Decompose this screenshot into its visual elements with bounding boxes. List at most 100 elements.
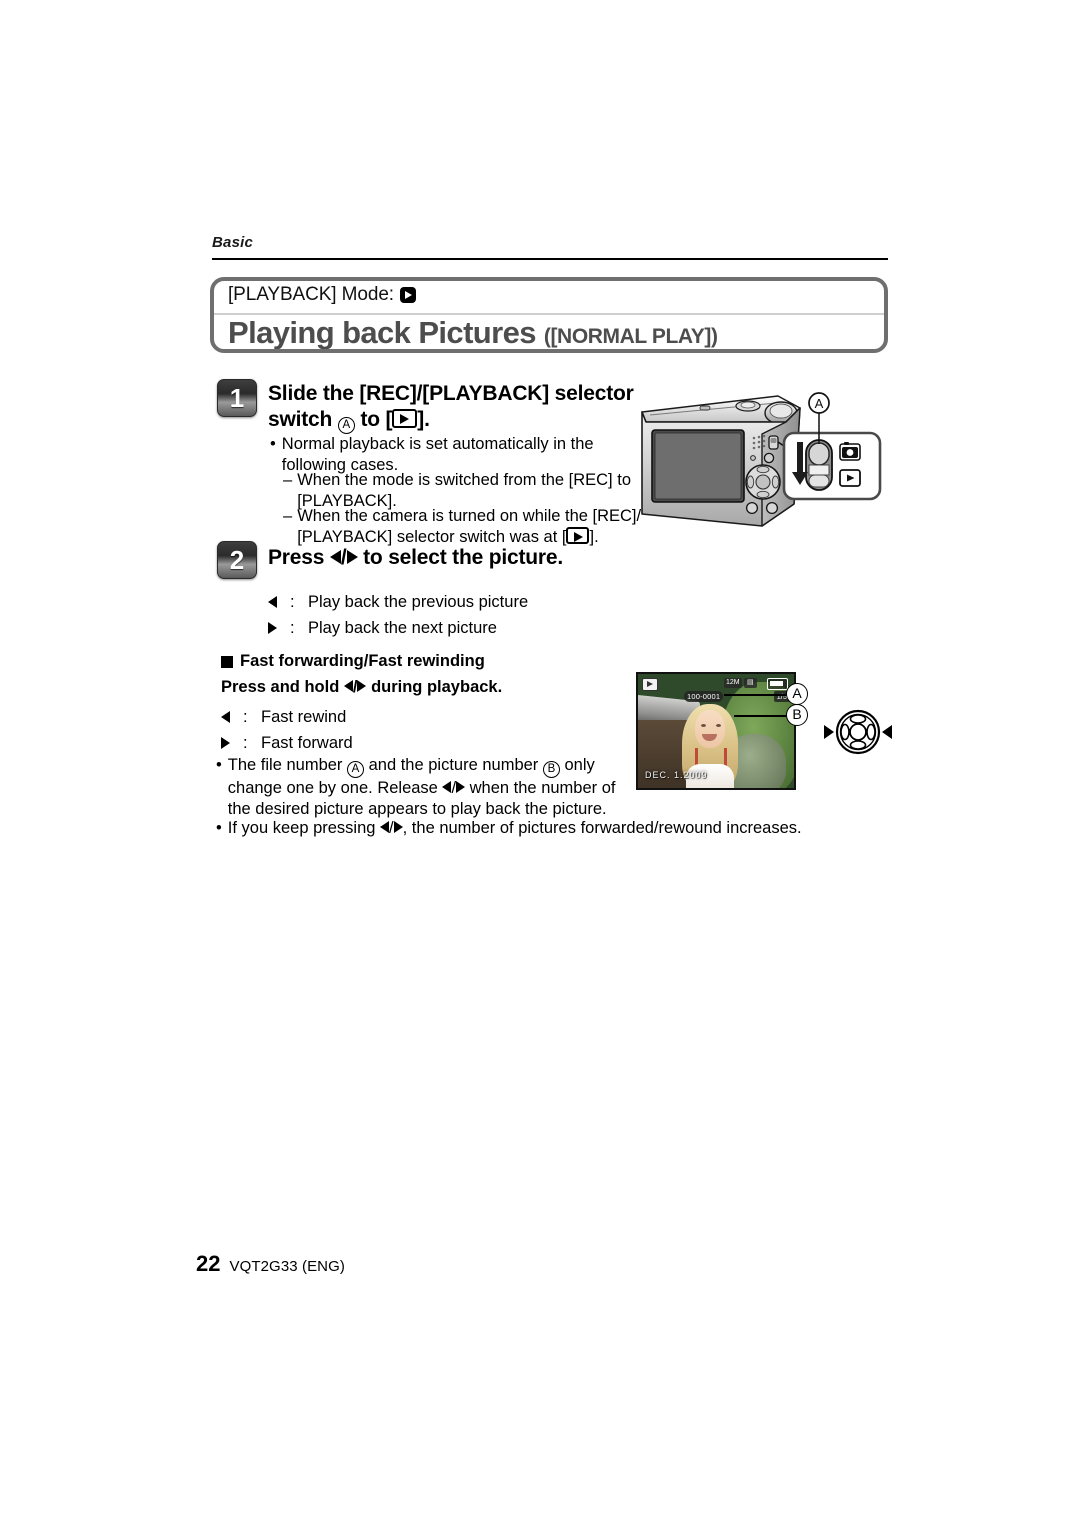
dash-marker: – [283,507,293,525]
note-seg-1: The file number [227,756,343,774]
dash-line-2: [PLAYBACK] selector switch was at []. [297,527,599,546]
callout-b-circle: B [786,704,808,726]
manual-page: Basic [PLAYBACK] Mode: Playing back Pict… [0,0,1080,1526]
instruction-post: during playback. [371,678,503,696]
note-line-3: the desired picture appears to play back… [227,800,607,818]
cursor-button-illustration [822,702,894,762]
right-arrow-icon [456,781,466,793]
step-2-heading-pre: Press [268,546,325,569]
lcd-file-number: 100-0001 [684,691,724,702]
playback-icon [399,287,416,303]
key-description: Play back the next picture [308,618,497,637]
callout-b-leader [734,715,786,717]
key-row-left: : Play back the previous picture [268,589,528,615]
key-description: Fast rewind [261,707,347,726]
lcd-date-stamp: DEC. 1.2009 [645,770,708,780]
reference-a-circle: A [337,417,355,434]
step-1-heading-mid: to [ [360,408,393,431]
right-arrow-icon [268,622,290,634]
right-arrow-icon [346,550,358,564]
step-1-heading: Slide the [REC]/[PLAYBACK] selector swit… [268,381,634,434]
step-2-badge: 2 [217,541,257,579]
lcd-subject-face [695,710,725,748]
key-separator: : [290,618,295,637]
note-text: If you keep pressing /, the number of pi… [227,819,802,837]
note-line-2: change one by one. Release / when the nu… [227,779,616,797]
step-2-heading: Press / to select the picture. [268,545,563,571]
note-text: The file number A and the picture number… [228,755,616,820]
left-arrow-icon [329,550,341,564]
playback-icon [642,678,658,691]
right-arrow-icon [393,821,403,833]
bullet-marker: • [216,756,222,774]
svg-text:A: A [815,396,824,411]
subsection-note-1: • The file number A and the picture numb… [216,755,636,820]
note-seg-3: only [564,756,595,774]
playback-mode-label: [PLAYBACK] Mode: [228,284,394,305]
fine-quality-icon: ▤ [744,678,757,688]
note-line-1: The file number A and the picture number… [227,756,595,778]
step-1-heading-line2: switch A to []. [268,407,618,434]
subsection-heading: Fast forwarding/Fast rewinding [221,651,485,672]
subsection-key-list: : Fast rewind : Fast forward [221,704,353,756]
left-arrow-icon [442,781,452,793]
lcd-playback-screenshot: 12M ▤ 100-0001 1/5 DEC. 1.2009 [636,672,796,790]
dash-line-1: When the mode is switched from the [REC]… [297,471,631,489]
step-2-key-list: : Play back the previous picture : Play … [268,589,528,641]
lcd-resolution-badge: 12M [724,678,742,688]
right-arrow-icon [357,680,367,692]
camera-rear-illustration: A [636,386,888,536]
step-1-heading-post: ]. [417,408,430,431]
lcd-subject-eye-right [716,724,721,727]
key-row-right: : Play back the next picture [268,615,528,641]
page-number: 22 [196,1251,221,1276]
note-seg-2: and the picture number [368,756,539,774]
key-separator: : [290,592,295,611]
step-2-heading-post: to select the picture. [363,546,563,569]
dash-line-2-post: ]. [589,528,599,546]
step-1-heading-line1: Slide the [REC]/[PLAYBACK] selector [268,382,634,405]
subsection-note-2: • If you keep pressing /, the number of … [216,818,876,839]
note-line1-post: , the number of pictures forwarded/rewou… [402,819,802,837]
instruction-pre: Press and hold [221,678,340,696]
key-description: Play back the previous picture [308,592,529,611]
key-description: Fast forward [261,733,353,752]
section-title-box: [PLAYBACK] Mode: Playing back Pictures (… [210,277,888,353]
square-bullet-icon [221,655,233,668]
page-title-suffix: ([NORMAL PLAY]) [543,325,718,348]
step-1-badge: 1 [217,379,257,417]
key-row-right: : Fast forward [221,730,353,756]
dash-line-1: When the camera is turned on while the [… [297,507,642,525]
step-1-dash-2: – When the camera is turned on while the… [283,506,663,548]
right-arrow-icon [221,737,243,749]
subsection-heading-text: Fast forwarding/Fast rewinding [240,652,485,670]
dash-line-2-pre: [PLAYBACK] selector switch was at [ [297,528,567,546]
note-line1-pre: If you keep pressing [227,819,376,837]
reference-a-circle: A [347,761,365,778]
bullet-marker: • [216,819,222,837]
step-1-heading-pre: switch [268,408,333,431]
playback-icon [392,409,418,428]
page-title-main: Playing back Pictures [228,315,536,350]
playback-icon [566,527,590,544]
dash-text: When the camera is turned on while the [… [297,506,641,548]
left-arrow-icon [268,596,290,608]
lcd-subject-eye-left [701,724,706,727]
running-head-rule [212,258,888,260]
left-arrow-icon [380,821,390,833]
key-separator: : [243,707,248,726]
battery-full-icon [767,678,788,690]
key-separator: : [243,733,248,752]
callout-a-circle: A [786,683,808,705]
page-footer: 22 VQT2G33 (ENG) [196,1251,345,1277]
document-id: VQT2G33 (ENG) [229,1258,345,1275]
running-head: Basic [212,234,254,251]
left-arrow-icon [221,711,243,723]
key-row-left: : Fast rewind [221,704,353,730]
step-1-number: 1 [229,382,245,413]
note-line2-post: when the number of [469,779,616,797]
callout-a-leader [724,694,786,696]
note-line2-pre: change one by one. Release [227,779,438,797]
left-arrow-icon [343,680,353,692]
subsection-instruction: Press and hold / during playback. [221,678,503,696]
